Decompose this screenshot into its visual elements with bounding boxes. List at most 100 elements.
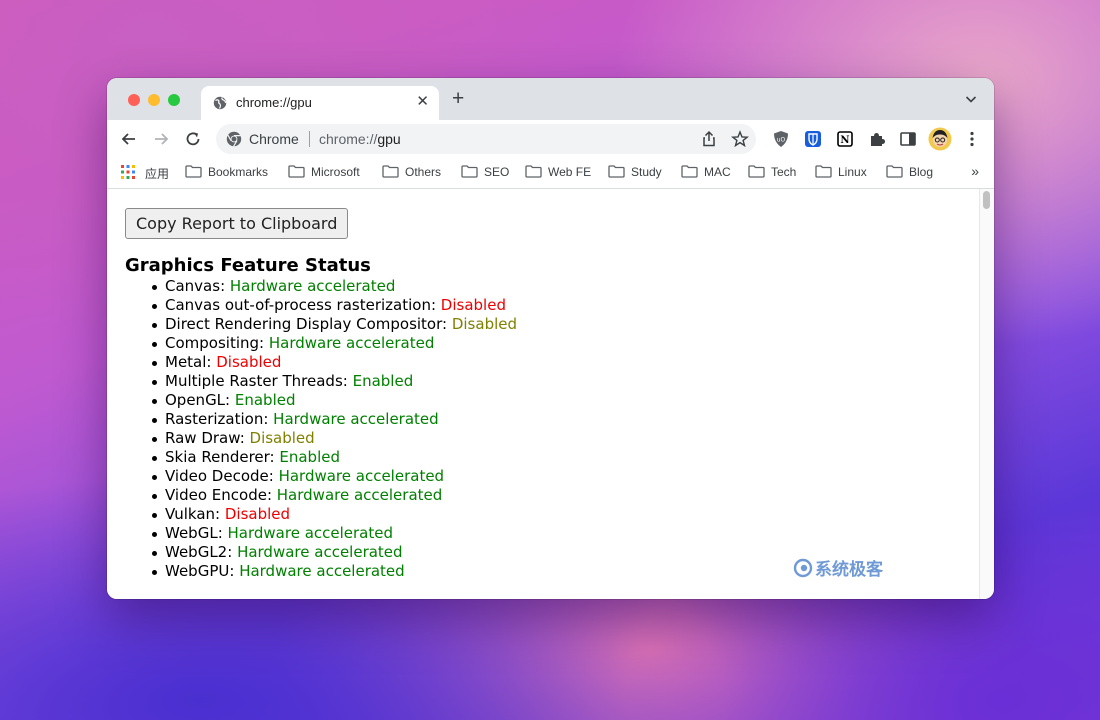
feature-name: Canvas: [165, 277, 221, 295]
bookmark-folder-tech[interactable]: Tech: [748, 165, 796, 181]
feature-separator: :: [268, 467, 279, 485]
feature-status: Disabled: [451, 315, 518, 333]
feature-item: Multiple Raster Threads: Enabled: [151, 372, 517, 391]
feature-item: Direct Rendering Display Compositor: Dis…: [151, 315, 518, 334]
copy-report-button[interactable]: Copy Report to Clipboard: [125, 208, 349, 239]
bookmark-apps[interactable]: 应用: [145, 165, 169, 181]
feature-item: Compositing: Hardware accelerated: [151, 334, 517, 353]
feature-separator: :: [259, 334, 269, 352]
url-text[interactable]: chrome://gpu: [319, 131, 401, 147]
window-minimize-button[interactable]: [148, 94, 160, 106]
folder-icon: [681, 165, 698, 178]
bookmark-folder-study[interactable]: Study: [608, 165, 662, 181]
notion-icon[interactable]: N: [836, 130, 854, 148]
back-arrow-icon[interactable]: [119, 129, 139, 149]
folder-icon: [608, 165, 625, 178]
bitwarden-icon[interactable]: [804, 130, 822, 148]
site-label: Chrome: [249, 131, 299, 147]
feature-separator: :: [266, 486, 277, 504]
feature-name: Compositing: [165, 334, 260, 352]
address-divider: [309, 131, 310, 147]
address-bar[interactable]: Chrome chrome://gpu: [216, 124, 756, 154]
feature-item: Canvas: Hardware accelerated: [151, 277, 517, 296]
feature-name: Video Decode: [165, 467, 269, 485]
feature-item: Metal: Disabled: [151, 353, 517, 372]
feature-separator: :: [342, 372, 353, 390]
share-icon[interactable]: [700, 130, 718, 148]
bookmark-label: Microsoft: [311, 165, 360, 179]
avatar[interactable]: [928, 127, 952, 151]
feature-item: Skia Renderer: Enabled: [151, 448, 517, 467]
tab-active[interactable]: chrome://gpu ✕: [201, 86, 439, 120]
url-scheme: chrome://: [319, 131, 378, 147]
feature-name: Multiple Raster Threads: [165, 372, 343, 390]
url-host: gpu: [377, 131, 401, 147]
feature-name: Skia Renderer: [165, 448, 270, 466]
kebab-menu-icon[interactable]: [963, 130, 981, 148]
apps-grid-icon[interactable]: [121, 165, 135, 179]
feature-status: Disabled: [224, 505, 291, 523]
feature-status: Disabled: [249, 429, 315, 447]
scrollbar-thumb[interactable]: [983, 191, 990, 209]
folder-icon: [815, 165, 832, 178]
bookmark-folder-microsoft[interactable]: Microsoft: [288, 165, 360, 181]
feature-separator: :: [263, 410, 274, 428]
folder-icon: [886, 165, 903, 178]
feature-name: Vulkan: [165, 505, 216, 523]
vertical-scrollbar[interactable]: [979, 189, 994, 599]
chrome-logo-icon: [226, 131, 242, 147]
forward-arrow-icon[interactable]: [151, 129, 171, 149]
bookmark-label: Web FE: [548, 165, 592, 179]
folder-icon: [461, 165, 478, 178]
bookmark-folder-bookmarks[interactable]: Bookmarks: [185, 165, 268, 181]
side-panel-icon[interactable]: [899, 130, 917, 148]
chevron-down-icon[interactable]: [964, 92, 978, 106]
bookmarks-overflow-button[interactable]: »: [971, 163, 979, 179]
feature-status: Enabled: [352, 372, 414, 390]
feature-status: Disabled: [440, 296, 506, 314]
feature-status: Hardware accelerated: [276, 486, 443, 504]
bookmark-folder-web-fe[interactable]: Web FE: [525, 165, 591, 181]
feature-status: Enabled: [234, 391, 296, 409]
feature-item: WebGL2: Hardware accelerated: [151, 543, 517, 562]
feature-item: WebGL: Hardware accelerated: [151, 524, 517, 543]
feature-status: Hardware accelerated: [239, 562, 405, 580]
bookmark-folder-others[interactable]: Others: [382, 165, 441, 181]
reload-icon[interactable]: [183, 129, 203, 149]
bookmark-label: Linux: [838, 165, 867, 179]
feature-status: Disabled: [216, 353, 282, 371]
tab-close-icon[interactable]: ✕: [416, 93, 429, 111]
feature-separator: :: [206, 353, 217, 371]
feature-item: OpenGL: Enabled: [151, 391, 517, 410]
folder-icon: [288, 165, 305, 178]
feature-name: WebGL2: [165, 543, 228, 561]
puzzle-extensions-icon[interactable]: [868, 130, 886, 148]
bookmark-label: Blog: [909, 165, 934, 179]
new-tab-button[interactable]: +: [452, 88, 464, 109]
folder-icon: [382, 165, 399, 178]
bookmark-folder-seo[interactable]: SEO: [461, 165, 509, 181]
feature-item: Rasterization: Hardware accelerated: [151, 410, 517, 429]
star-icon[interactable]: [731, 130, 749, 148]
feature-name: Rasterization: [165, 410, 264, 428]
ublock-icon[interactable]: uO: [772, 130, 790, 148]
bookmarks-bar: 应用 Bookmarks Microsoft Others SEO Web FE…: [107, 158, 994, 189]
watermark-logo-icon: [793, 558, 813, 578]
feature-name: Direct Rendering Display Compositor: [165, 315, 443, 333]
window-close-button[interactable]: [128, 94, 140, 106]
folder-icon: [748, 165, 765, 178]
feature-name: Metal: [165, 353, 207, 371]
bookmark-folder-linux[interactable]: Linux: [815, 165, 867, 181]
window-maximize-button[interactable]: [168, 94, 180, 106]
bookmark-folder-mac[interactable]: MAC: [681, 165, 731, 181]
feature-status: Hardware accelerated: [229, 277, 396, 295]
feature-name: WebGL: [165, 524, 218, 542]
feature-item: Video Encode: Hardware accelerated: [151, 486, 517, 505]
feature-item: Video Decode: Hardware accelerated: [151, 467, 517, 486]
feature-status: Hardware accelerated: [237, 543, 403, 561]
bookmark-folder-blog[interactable]: Blog: [886, 165, 933, 181]
feature-item: Vulkan: Disabled: [151, 505, 517, 524]
bookmark-label: SEO: [484, 165, 510, 179]
feature-name: WebGPU: [165, 562, 230, 580]
toolbar: Chrome chrome://gpu uO N: [107, 120, 994, 158]
